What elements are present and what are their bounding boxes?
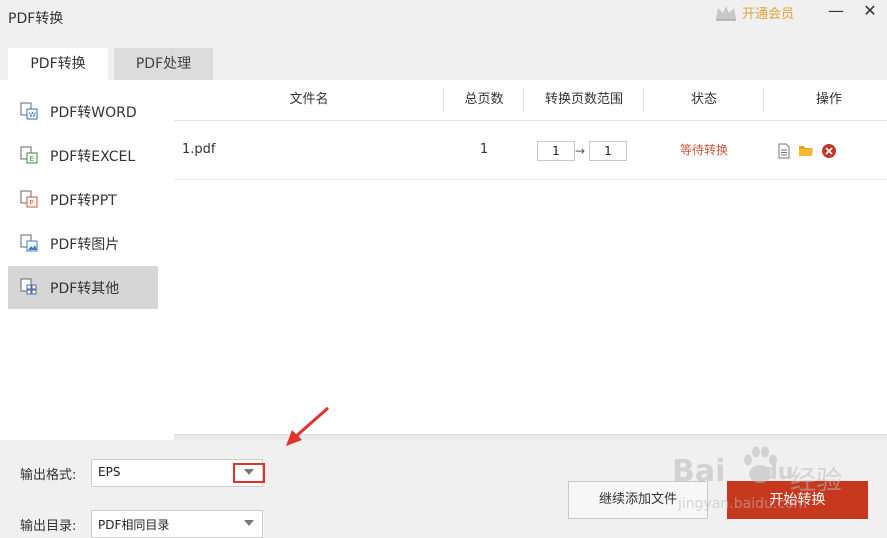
chevron-down-icon[interactable]	[244, 520, 254, 526]
tab-pdf-convert[interactable]: PDF转换	[8, 48, 108, 80]
file-name: 1.pdf	[182, 142, 216, 157]
annotation-arrow-icon	[286, 406, 329, 446]
delete-icon[interactable]	[821, 143, 837, 159]
watermark-text: 经验	[790, 466, 843, 496]
svg-text:E: E	[30, 155, 34, 163]
column-header-status: 状态	[690, 92, 717, 107]
output-dir-select[interactable]: PDF相同目录	[91, 510, 263, 538]
output-format-value: EPS	[98, 465, 121, 479]
watermark-url: jingyan.baidu.com	[678, 496, 808, 512]
watermark-brand: Bai	[672, 454, 726, 489]
title-bar: PDF转换 开通会员 — ✕	[0, 0, 887, 44]
sidebar-item-image[interactable]: PDF转图片	[8, 222, 158, 265]
sidebar-item-label: PDF转PPT	[50, 192, 117, 209]
sidebar-item-excel[interactable]: E PDF转EXCEL	[8, 134, 158, 177]
sidebar: W PDF转WORD E PDF转EXCEL P PDF转PPT PDF转图片	[0, 80, 174, 440]
ppt-icon: P	[20, 190, 38, 208]
column-header-actions: 操作	[815, 92, 842, 107]
total-pages: 1	[479, 142, 489, 157]
range-to-input[interactable]: 1	[589, 141, 627, 161]
vip-label: 开通会员	[742, 7, 795, 22]
sidebar-item-other[interactable]: PDF转其他	[8, 266, 158, 309]
column-header-filename: 文件名	[289, 92, 329, 107]
crown-icon	[716, 5, 736, 21]
highlight-box	[233, 463, 265, 483]
table-header: 文件名 总页数 转换页数范围 状态 操作	[174, 80, 887, 121]
status-badge: 等待转换	[679, 143, 728, 157]
word-icon: W	[20, 102, 38, 120]
folder-icon[interactable]	[798, 143, 814, 159]
other-format-icon	[20, 278, 37, 295]
vip-button[interactable]: 开通会员	[714, 3, 794, 22]
file-table: 文件名 总页数 转换页数范围 状态 操作 1.pdf 1 1 → 1 等待转换	[174, 80, 887, 441]
sidebar-item-label: PDF转图片	[50, 236, 120, 253]
sidebar-item-word[interactable]: W PDF转WORD	[8, 90, 158, 133]
watermark: Bai du 经验 jingyan.baidu.com	[666, 440, 866, 520]
svg-text:P: P	[30, 199, 34, 207]
output-dir-value: PDF相同目录	[98, 518, 170, 532]
sidebar-item-label: PDF转EXCEL	[50, 148, 136, 165]
range-from-input[interactable]: 1	[537, 141, 575, 161]
document-icon[interactable]	[776, 143, 792, 159]
app-title: PDF转换	[8, 11, 64, 27]
column-header-range: 转换页数范围	[544, 92, 623, 107]
excel-icon: E	[20, 146, 38, 164]
range-arrow-icon: →	[575, 144, 586, 158]
output-format-label: 输出格式:	[20, 468, 77, 483]
close-button[interactable]: ✕	[861, 2, 879, 20]
svg-text:W: W	[29, 111, 36, 119]
sidebar-item-ppt[interactable]: P PDF转PPT	[8, 178, 158, 221]
minimize-button[interactable]: —	[827, 2, 845, 20]
table-row[interactable]: 1.pdf 1 1 → 1 等待转换	[174, 121, 887, 180]
tab-pdf-process[interactable]: PDF处理	[114, 48, 213, 80]
watermark-brand2: du	[762, 460, 794, 485]
output-dir-label: 输出目录:	[20, 519, 77, 534]
sidebar-item-label: PDF转WORD	[50, 104, 137, 121]
column-header-pages: 总页数	[464, 92, 504, 107]
sidebar-item-label: PDF转其他	[50, 280, 120, 297]
image-icon	[20, 234, 38, 252]
